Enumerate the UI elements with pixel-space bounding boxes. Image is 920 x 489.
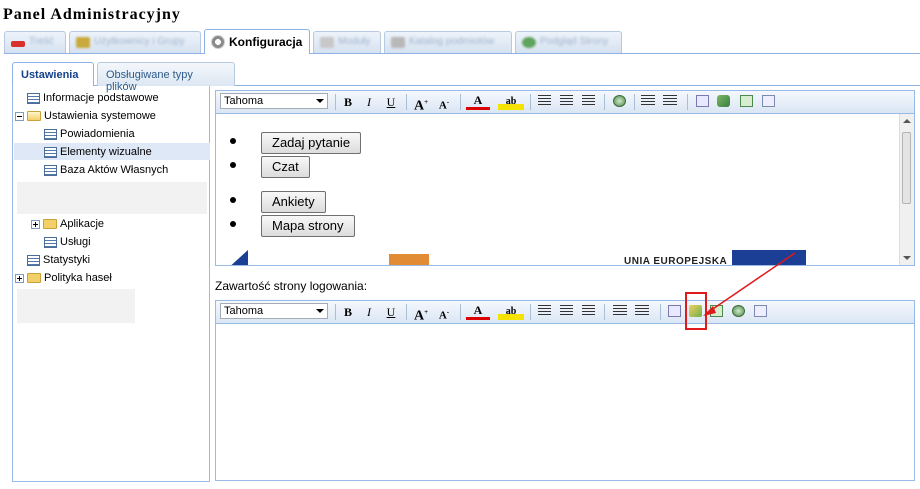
annotation-arrow-icon [703,252,796,316]
